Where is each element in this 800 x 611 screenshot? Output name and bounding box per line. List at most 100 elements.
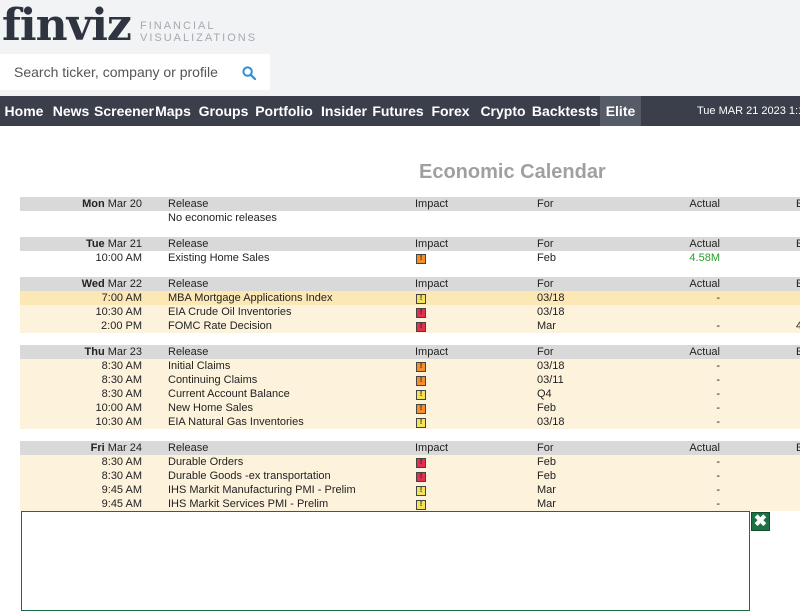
weekday: Mon <box>82 198 105 210</box>
impact-high-icon: ! <box>416 322 426 332</box>
impact-low-icon: ! <box>416 390 426 400</box>
tagline-line-2: VISUALIZATIONS <box>140 32 258 44</box>
col-for-header: For <box>537 442 554 454</box>
table-row[interactable]: 10:00 AM New Home Sales! Feb - <box>20 401 800 415</box>
event-for: 03/11 <box>537 374 564 386</box>
col-expected-header: E <box>796 198 800 210</box>
col-impact-header: Impact <box>415 198 449 210</box>
date: Mar 24 <box>107 442 142 454</box>
event-actual: - <box>716 374 720 386</box>
day-label: Tue Mar 21 <box>20 237 142 251</box>
event-time: 8:30 AM <box>101 388 142 400</box>
col-for-header: For <box>537 278 554 290</box>
search-box <box>0 54 270 90</box>
event-release: Initial Claims <box>168 360 231 372</box>
col-release-header: Release <box>168 198 209 210</box>
event-time: 9:45 AM <box>101 498 142 510</box>
event-release: FOMC Rate Decision <box>168 320 272 332</box>
col-for-header: For <box>537 238 554 250</box>
event-release: IHS Markit Manufacturing PMI - Prelim <box>168 484 356 496</box>
event-for: Q4 <box>537 388 552 400</box>
event-release: MBA Mortgage Applications Index <box>168 292 333 304</box>
nav-backtests[interactable]: Backtests <box>530 96 600 126</box>
event-for: 03/18 <box>537 416 565 428</box>
logo-tagline: FINANCIAL VISUALIZATIONS <box>140 20 257 44</box>
event-actual: - <box>716 416 720 428</box>
impact-medium-icon: ! <box>416 404 426 414</box>
col-impact-header: Impact <box>415 278 449 290</box>
impact-high-icon: ! <box>416 472 426 482</box>
economic-calendar-table: Mon Mar 20 Release Impact For Actual E No econ… <box>20 197 800 511</box>
close-icon[interactable]: ✖ <box>751 512 770 531</box>
day-label: Fri Mar 24 <box>20 441 142 455</box>
table-row[interactable]: 10:00 AM Existing Home Sales! Feb 4.58M <box>20 251 800 265</box>
nav-news[interactable]: News <box>48 96 94 126</box>
nav-crypto[interactable]: Crypto <box>476 96 530 126</box>
impact-medium-icon: ! <box>416 254 426 264</box>
nav-screener[interactable]: Screener <box>94 96 154 126</box>
table-row[interactable]: 8:30 AM Durable Goods -ex transportation!… <box>20 469 800 483</box>
day-label: Mon Mar 20 <box>20 197 142 211</box>
event-for: Feb <box>537 470 556 482</box>
table-row[interactable]: 9:45 AM IHS Markit Manufacturing PMI - Pr… <box>20 483 800 497</box>
nav-elite[interactable]: Elite <box>600 96 641 126</box>
nav-portfolio[interactable]: Portfolio <box>251 96 317 126</box>
col-for-header: For <box>537 198 554 210</box>
day-spacer <box>20 265 800 277</box>
date: Mar 21 <box>107 238 142 250</box>
event-time: 10:00 AM <box>95 402 142 414</box>
event-time: 8:30 AM <box>101 374 142 386</box>
event-for: Mar <box>537 498 556 510</box>
date: Mar 20 <box>107 198 142 210</box>
finviz-logo[interactable]: finviz <box>2 0 132 52</box>
day-header-row: Thu Mar 23 Release Impact For Actual E <box>20 345 800 359</box>
col-expected-header: E <box>796 238 800 250</box>
col-expected-header: E <box>796 278 800 290</box>
col-impact-header: Impact <box>415 346 449 358</box>
event-actual: - <box>716 456 720 468</box>
day-spacer <box>20 225 800 237</box>
nav-futures[interactable]: Futures <box>371 96 425 126</box>
event-actual: 4.58M <box>689 252 720 264</box>
impact-high-icon: ! <box>416 458 426 468</box>
event-time: 7:00 AM <box>101 292 142 304</box>
col-actual-header: Actual <box>689 346 720 358</box>
table-row[interactable]: 7:00 AM MBA Mortgage Applications Index! 0… <box>20 291 800 305</box>
table-row[interactable]: 8:30 AM Durable Orders! Feb - <box>20 455 800 469</box>
table-row[interactable]: 8:30 AM Initial Claims! 03/18 - <box>20 359 800 373</box>
table-row[interactable]: 10:30 AM EIA Natural Gas Inventories! 03/1… <box>20 415 800 429</box>
impact-medium-icon: ! <box>416 376 426 386</box>
nav-home[interactable]: Home <box>0 96 48 126</box>
table-row[interactable]: 2:00 PM FOMC Rate Decision! Mar - 4.7 <box>20 319 800 333</box>
event-for: 03/18 <box>537 306 565 318</box>
impact-low-icon: ! <box>416 294 426 304</box>
table-row[interactable]: No economic releases <box>20 211 800 225</box>
weekday: Thu <box>84 346 105 358</box>
search-input[interactable] <box>0 54 230 90</box>
col-actual-header: Actual <box>689 198 720 210</box>
ad-frame <box>21 511 750 611</box>
nav-insider[interactable]: Insider <box>317 96 371 126</box>
event-release: Durable Goods -ex transportation <box>168 470 331 482</box>
table-row[interactable]: 9:45 AM IHS Markit Services PMI - Prelim!… <box>20 497 800 511</box>
impact-high-icon: ! <box>416 308 426 318</box>
nav-maps[interactable]: Maps <box>150 96 196 126</box>
event-time: 10:30 AM <box>95 416 142 428</box>
event-time: 10:00 AM <box>95 252 142 264</box>
event-for: Mar <box>537 320 556 332</box>
table-row[interactable]: 10:30 AM EIA Crude Oil Inventories! 03/18 <box>20 305 800 319</box>
nav-groups[interactable]: Groups <box>196 96 251 126</box>
nav-forex[interactable]: Forex <box>425 96 476 126</box>
search-icon[interactable] <box>242 66 256 80</box>
event-for: Feb <box>537 402 556 414</box>
event-actual: - <box>716 470 720 482</box>
col-actual-header: Actual <box>689 442 720 454</box>
event-actual: - <box>716 320 720 332</box>
event-for: Feb <box>537 252 556 264</box>
col-release-header: Release <box>168 346 209 358</box>
table-row[interactable]: 8:30 AM Continuing Claims! 03/11 - <box>20 373 800 387</box>
table-row[interactable]: 8:30 AM Current Account Balance! Q4 - <box>20 387 800 401</box>
col-release-header: Release <box>168 278 209 290</box>
weekday: Wed <box>81 278 105 290</box>
event-release: Continuing Claims <box>168 374 258 386</box>
